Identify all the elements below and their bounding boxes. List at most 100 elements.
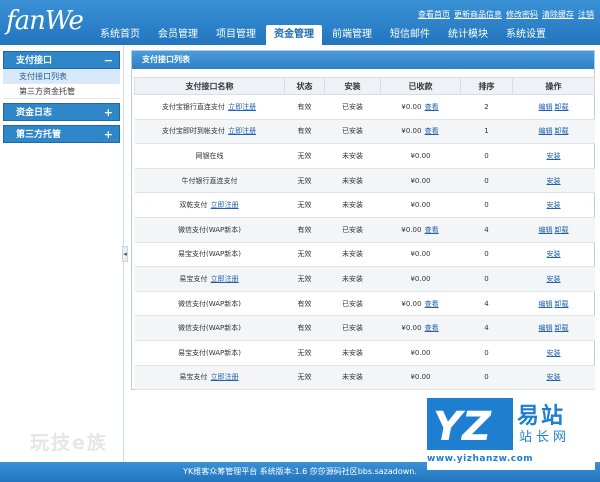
cell-status: 有效: [284, 315, 325, 341]
edit-link[interactable]: 编辑: [539, 103, 553, 111]
install-link[interactable]: 安装: [547, 373, 561, 381]
sidebar-head-label: 资金日志: [16, 108, 53, 118]
cell-actions: 编辑 卸载: [512, 217, 595, 243]
install-state: 未安装: [342, 250, 363, 259]
status-text: 无效: [297, 151, 312, 160]
sort-value: 0: [484, 348, 489, 357]
sidebar-toggle-arrow-icon[interactable]: ◂: [122, 246, 128, 262]
register-link[interactable]: 立即注册: [211, 373, 239, 381]
sort-value: 0: [484, 176, 489, 185]
tab-funds[interactable]: 资金管理: [266, 25, 322, 45]
received-amount: ¥0.00: [410, 274, 431, 283]
sidebar-item-third-party-custody[interactable]: 第三方资金托管: [3, 84, 120, 99]
table-row: 微信支付(WAP新本) 有效 已安装 ¥0.00 查看 4 编辑 卸载: [134, 315, 595, 341]
link-clear-cache[interactable]: 清除缓存: [542, 9, 574, 20]
tab-system-settings[interactable]: 系统设置: [498, 25, 554, 45]
cell-actions: 编辑 卸载: [512, 315, 595, 341]
register-link[interactable]: 立即注册: [228, 103, 256, 111]
cell-actions: 编辑 卸载: [512, 291, 595, 317]
edit-link[interactable]: 编辑: [539, 324, 553, 332]
sidebar-head-third-party[interactable]: 第三方托管 +: [3, 125, 120, 143]
register-link[interactable]: 立即注册: [211, 275, 239, 283]
top-header: fanWe 查看首页 更新商品信息 修改密码 清除缓存 注销 系统首页 会员管理…: [0, 0, 600, 45]
edit-link[interactable]: 编辑: [539, 226, 553, 234]
tab-statistics[interactable]: 统计模块: [440, 25, 496, 45]
link-logout[interactable]: 注销: [578, 9, 594, 20]
status-text: 无效: [297, 201, 312, 210]
install-state: 未安装: [342, 274, 363, 283]
install-state: 未安装: [342, 348, 363, 357]
cell-install: 未安装: [324, 365, 381, 391]
payment-name: 支付宝即时到帐支付: [161, 127, 225, 136]
fanwe-logo[interactable]: fanWe: [6, 4, 90, 40]
uninstall-link[interactable]: 卸载: [555, 103, 569, 111]
cell-name: 支付宝即时到帐支付 立即注册: [134, 119, 285, 145]
table-row: 微信支付(WAP新本) 有效 已安装 ¥0.00 查看 4 编辑 卸载: [134, 217, 595, 243]
cell-sort: 4: [460, 217, 513, 243]
view-link[interactable]: 查看: [425, 226, 439, 234]
view-link[interactable]: 查看: [425, 300, 439, 308]
collapse-icon[interactable]: −: [104, 52, 113, 70]
view-link[interactable]: 查看: [425, 103, 439, 111]
svg-text:YZ: YZ: [433, 404, 492, 450]
register-link[interactable]: 立即注册: [228, 127, 256, 135]
payment-name: 支付宝银行直连支付: [161, 102, 225, 111]
table-row: 微信支付(WAP新本) 有效 已安装 ¥0.00 查看 4 编辑 卸载: [134, 291, 595, 317]
install-link[interactable]: 安装: [547, 177, 561, 185]
sidebar-head-payment[interactable]: 支付接口 −: [3, 51, 120, 69]
tab-system-home[interactable]: 系统首页: [92, 25, 148, 45]
uninstall-link[interactable]: 卸载: [555, 324, 569, 332]
status-text: 有效: [297, 324, 312, 333]
install-link[interactable]: 安装: [547, 152, 561, 160]
tab-frontend[interactable]: 前端管理: [324, 25, 380, 45]
cell-status: 无效: [284, 242, 325, 268]
view-link[interactable]: 查看: [425, 127, 439, 135]
link-view-home[interactable]: 查看首页: [418, 9, 450, 20]
install-link[interactable]: 安装: [547, 275, 561, 283]
tab-projects[interactable]: 项目管理: [208, 25, 264, 45]
register-link[interactable]: 立即注册: [211, 201, 239, 209]
received-amount: ¥0.00: [410, 250, 431, 259]
sidebar-item-payment-list[interactable]: 支付接口列表: [3, 69, 120, 84]
sort-value: 4: [484, 324, 489, 333]
install-link[interactable]: 安装: [547, 201, 561, 209]
received-amount: ¥0.00: [401, 127, 422, 136]
yz-logo-icon: YZ: [427, 398, 513, 450]
cell-install: 未安装: [324, 168, 381, 194]
expand-icon[interactable]: +: [104, 126, 113, 144]
cell-name: 易宝支付 立即注册: [134, 266, 285, 292]
sort-value: 0: [484, 250, 489, 259]
edit-link[interactable]: 编辑: [539, 300, 553, 308]
cell-name: 易宝支付(WAP新本): [134, 340, 285, 366]
table-body: 支付宝银行直连支付 立即注册 有效 已安装 ¥0.00 查看 2 编辑 卸载 支付宝即时到帐支…: [134, 94, 595, 391]
cell-status: 无效: [284, 340, 325, 366]
cell-status: 有效: [284, 94, 325, 120]
expand-icon[interactable]: +: [104, 104, 113, 122]
cell-actions: 编辑 卸载: [512, 119, 595, 145]
uninstall-link[interactable]: 卸载: [555, 127, 569, 135]
payment-name: 双乾支付: [179, 201, 208, 210]
uninstall-link[interactable]: 卸载: [555, 226, 569, 234]
install-link[interactable]: 安装: [547, 349, 561, 357]
received-amount: ¥0.00: [401, 324, 422, 333]
link-change-password[interactable]: 修改密码: [506, 9, 538, 20]
link-update-goods[interactable]: 更新商品信息: [454, 9, 502, 20]
tab-sms-email[interactable]: 短信邮件: [382, 25, 438, 45]
payment-table: 支付接口名称 状态 安装 已收款 排序 操作 支付宝银行直连支付 立即注册 有效已…: [134, 77, 595, 391]
cell-name: 微信支付(WAP新本): [134, 217, 285, 243]
cell-sort: 0: [460, 143, 513, 169]
status-text: 无效: [297, 348, 312, 357]
cell-received: ¥0.00: [380, 168, 461, 194]
payment-name: 微信支付(WAP新本): [177, 324, 241, 333]
install-link[interactable]: 安装: [547, 250, 561, 258]
sidebar-head-fund-log[interactable]: 资金日志 +: [3, 103, 120, 121]
cell-sort: 2: [460, 94, 513, 120]
cell-install: 已安装: [324, 315, 381, 341]
cell-actions: 安装: [512, 340, 595, 366]
edit-link[interactable]: 编辑: [539, 127, 553, 135]
cell-sort: 1: [460, 119, 513, 145]
view-link[interactable]: 查看: [425, 324, 439, 332]
uninstall-link[interactable]: 卸载: [555, 300, 569, 308]
cell-name: 网银在线: [134, 143, 285, 169]
tab-members[interactable]: 会员管理: [150, 25, 206, 45]
